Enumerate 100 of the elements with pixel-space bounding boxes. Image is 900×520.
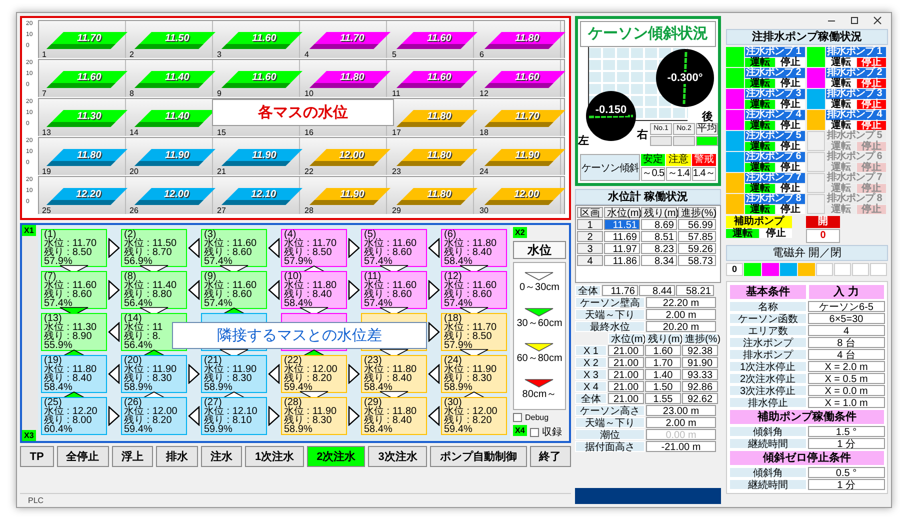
level-bar: 11.50: [134, 32, 214, 49]
cell-number: (7): [44, 272, 56, 281]
pump-label: 排水ポンプ 8: [826, 194, 886, 204]
pump-label: 注水ポンプ 2: [745, 68, 805, 78]
table-cell[interactable]: 11.86: [604, 255, 640, 266]
tilt-line: [588, 114, 634, 118]
level-bar: 11.60: [46, 71, 127, 88]
progress-text: 56.4%: [124, 299, 154, 308]
checkbox-label: 収録: [542, 426, 562, 439]
command-button[interactable]: 全停止: [56, 446, 109, 467]
cell-number: (18): [444, 314, 462, 323]
pump-label: 排水ポンプ 6: [826, 152, 886, 162]
value-field: 4: [808, 325, 885, 336]
command-button[interactable]: 注水: [200, 446, 242, 467]
command-button[interactable]: 終了: [530, 446, 571, 467]
water-level-text: 水位 : 12.00: [444, 407, 498, 416]
row-label: X 2: [575, 357, 607, 368]
cell-number: (13): [44, 314, 62, 323]
level-bar: 11.80: [396, 149, 477, 166]
stop-indicator: 停止: [776, 184, 805, 193]
pump-label: 排水ポンプ 7: [826, 173, 886, 183]
checkbox[interactable]: [530, 428, 539, 436]
command-button[interactable]: 排水: [156, 446, 198, 467]
run-indicator: 運転: [826, 100, 856, 109]
level-bar: 11.60: [396, 71, 477, 88]
valve-count: 0: [806, 229, 840, 243]
row-label: X 1: [575, 345, 607, 356]
progress-text: 57.4%: [204, 299, 234, 308]
pump-label: 注水ポンプ 4: [745, 110, 805, 120]
run-indicator: 運転: [826, 205, 856, 214]
legend-label: 60～80cm: [516, 353, 562, 364]
level-button[interactable]: 水位: [513, 241, 566, 259]
table-cell: 11.76: [602, 285, 638, 296]
field-label: 継続時間: [729, 438, 806, 449]
section-title: 補助ポンプ稼働条件: [729, 409, 885, 425]
stop-indicator: 停止: [776, 79, 805, 88]
field-label: 潮位: [575, 429, 645, 440]
command-button[interactable]: TP: [20, 446, 54, 467]
bar-index: 30: [478, 206, 488, 215]
command-button[interactable]: ポンプ自動制御: [430, 446, 527, 467]
value-field: 23.00 m: [646, 405, 716, 416]
progress-text: 58.4%: [364, 425, 394, 434]
bar-index: 27: [216, 206, 226, 215]
command-button[interactable]: 1次注水: [245, 446, 304, 467]
level-bar: 12.10: [222, 188, 302, 205]
row-label: X 4: [575, 381, 607, 392]
table-cell: 2: [577, 231, 603, 242]
stop-indicator: 停止: [776, 100, 805, 109]
maximize-icon[interactable]: [850, 16, 859, 24]
status-text: PLC: [28, 496, 44, 505]
progress-text: 58.4%: [44, 383, 74, 392]
cell-number: (24): [444, 356, 462, 365]
field-label: 注水ポンプ: [729, 337, 806, 348]
water-level-text: 水位 : 11.90: [284, 407, 338, 416]
command-button[interactable]: 3次注水: [368, 446, 428, 467]
water-level-text: 水位 : 12.20: [44, 407, 98, 416]
cell-number: (30): [444, 398, 462, 407]
water-level-text: 水位 : 11.60: [364, 281, 418, 290]
command-button[interactable]: 2次注水: [306, 446, 366, 467]
progress-text: 57.4%: [204, 257, 234, 266]
stop-indicator: 停止: [856, 184, 886, 193]
legend-label: 30～60cm: [516, 318, 562, 329]
command-button[interactable]: 浮上: [112, 446, 154, 467]
remaining-text: 残り : 8.40: [444, 248, 493, 257]
cell-number: (3): [204, 230, 216, 239]
progress-text: 60.4%: [44, 425, 74, 434]
progress-text: 57.9%: [444, 341, 474, 350]
run-indicator: 運転: [745, 142, 774, 151]
table-cell[interactable]: 11.69: [604, 231, 640, 242]
table-cell: 58.73: [678, 255, 716, 266]
value-field: X = 0.5 m: [808, 373, 885, 384]
run-indicator: 運転: [726, 229, 758, 238]
bar-index: 6: [478, 50, 484, 59]
corner-label: X2: [513, 227, 527, 238]
remaining-text: 残り : 8.30: [204, 374, 253, 383]
status-legend: 安定: [641, 154, 666, 166]
remaining-text: 残り : 8.30: [284, 416, 333, 425]
stop-indicator: 停止: [776, 163, 805, 172]
table-cell: 8.51: [641, 231, 677, 242]
bar-index: 3: [216, 50, 222, 59]
table-cell[interactable]: 11.97: [604, 243, 640, 254]
cell-number: (6): [444, 230, 456, 239]
bar-index: 9: [216, 89, 222, 98]
close-icon[interactable]: [873, 16, 882, 24]
water-level-text: 水位 : 11.30: [44, 323, 98, 332]
legend-label: 0～30cm: [519, 282, 560, 294]
checkbox[interactable]: [513, 413, 522, 422]
value-field: 1.5 °: [808, 426, 885, 437]
stop-indicator: 停止: [856, 163, 886, 172]
cell-number: (1): [44, 230, 56, 239]
bar-index: 10: [304, 89, 314, 98]
remaining-text: 残り : 8.60: [364, 290, 413, 299]
level-bar: 11.90: [222, 149, 302, 166]
bar-index: 11: [391, 89, 400, 98]
table-cell: 1.55: [645, 393, 681, 404]
level-bar: 11.70: [484, 110, 564, 127]
cell-number: (23): [364, 356, 382, 365]
bar-index: 1: [41, 50, 46, 59]
table-cell[interactable]: 11.51: [604, 219, 640, 230]
table-cell: 92.38: [682, 345, 718, 356]
